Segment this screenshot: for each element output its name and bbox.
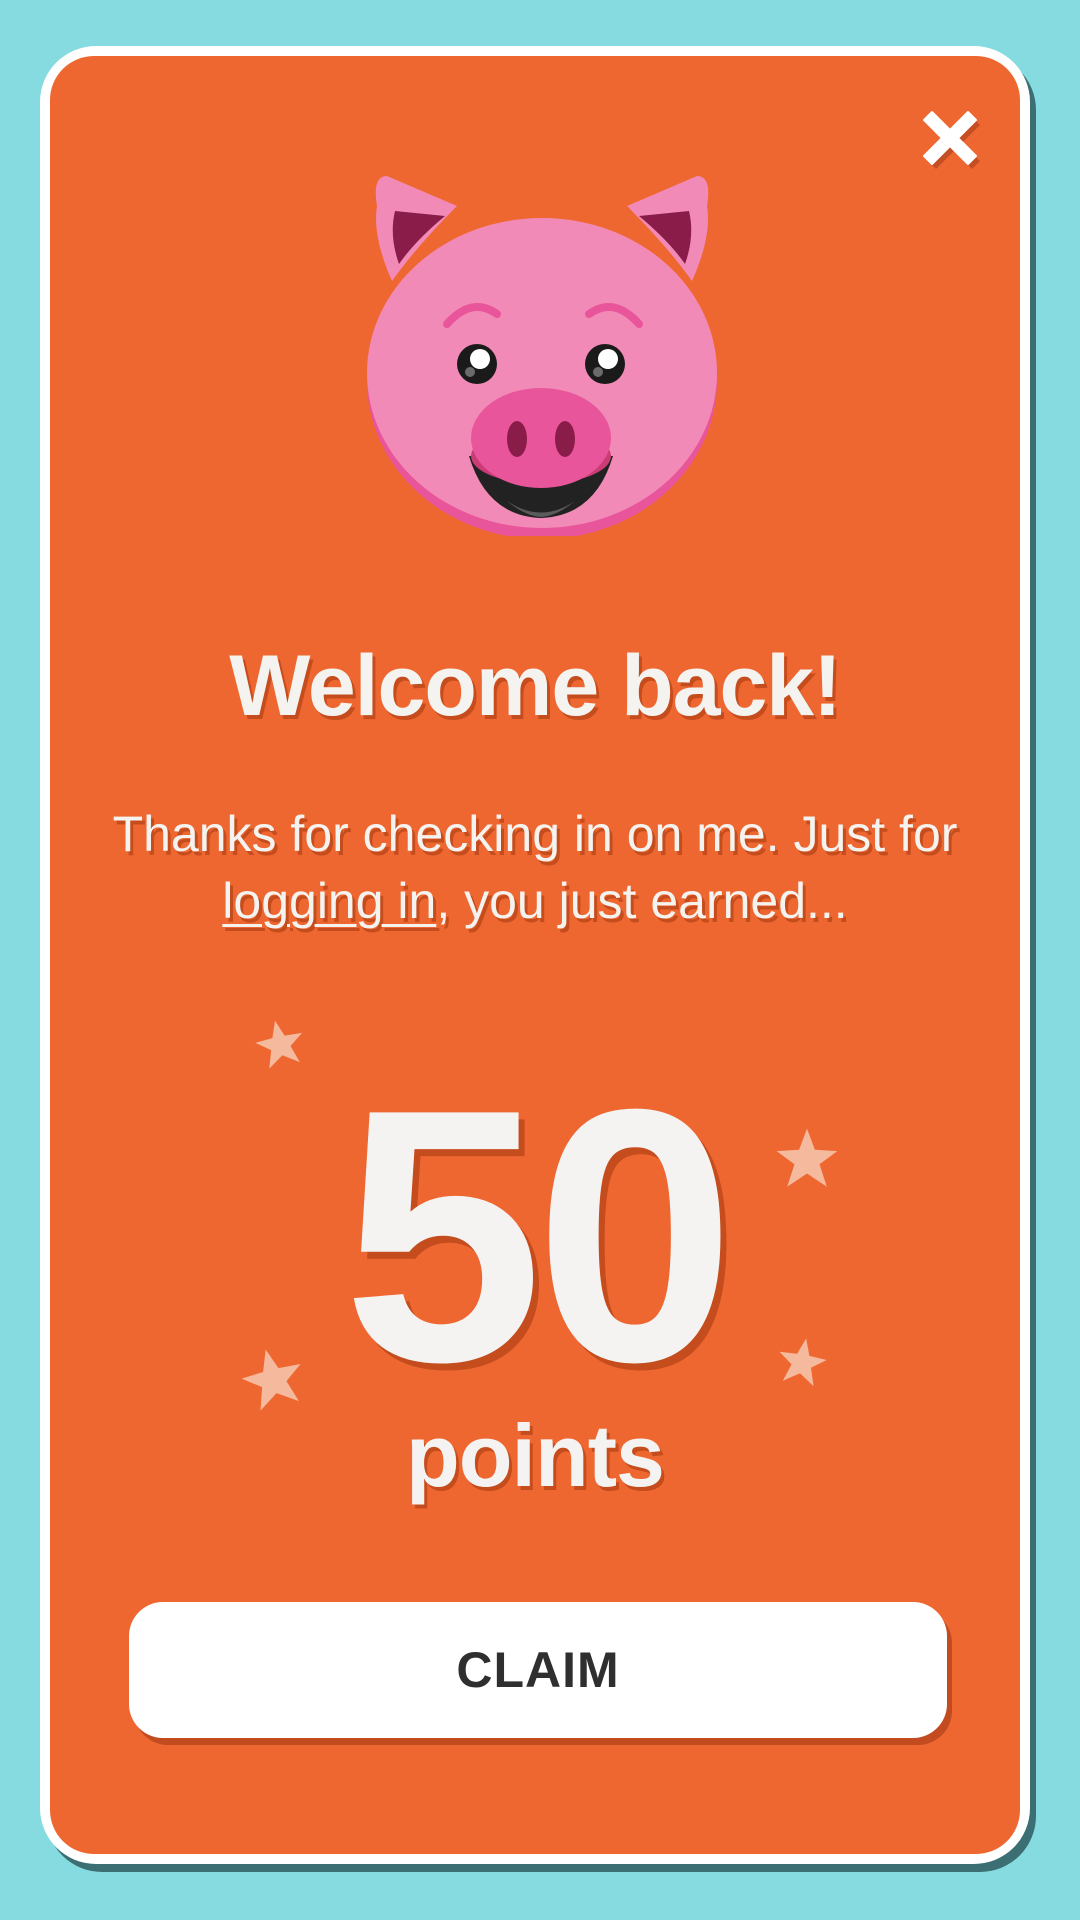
dialog-title: Welcome back! bbox=[229, 638, 842, 734]
reward-dialog-panel: Welcome back! Thanks for checking in on … bbox=[50, 56, 1020, 1854]
message-text-start: Thanks for checking in on me. Just for bbox=[112, 806, 958, 862]
reward-unit-label: points bbox=[406, 1406, 665, 1505]
close-icon bbox=[923, 111, 980, 169]
reward-amount: 50 bbox=[342, 1035, 735, 1437]
message-text-end: , you just earned... bbox=[436, 873, 848, 929]
reward-dialog: Welcome back! Thanks for checking in on … bbox=[40, 46, 1030, 1864]
pig-mascot-icon bbox=[357, 156, 727, 536]
close-button[interactable] bbox=[914, 102, 986, 174]
dialog-message: Thanks for checking in on me. Just for l… bbox=[110, 801, 960, 935]
claim-button[interactable]: CLAIM bbox=[129, 1602, 947, 1738]
logging-in-link[interactable]: logging in bbox=[222, 873, 436, 929]
